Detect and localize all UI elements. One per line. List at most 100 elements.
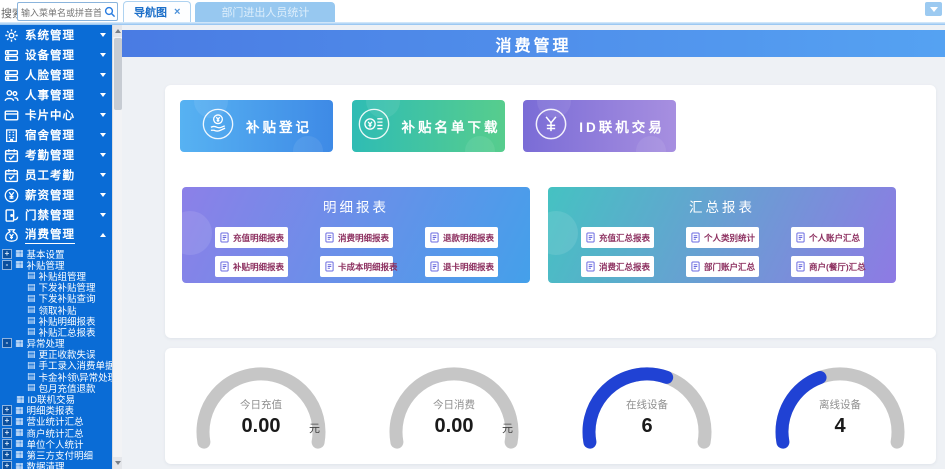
recharge-detail-report-button[interactable]: 充值明细报表: [215, 227, 288, 248]
document-icon: [27, 294, 36, 303]
tree-expand-toggle[interactable]: +: [2, 461, 12, 469]
menu-label: 薪资管理: [25, 187, 100, 203]
menu-label: 人事管理: [25, 87, 100, 103]
sidebar-item-personnel[interactable]: 人事管理: [0, 85, 112, 105]
tab-department-inout-stats[interactable]: 部门进出人员统计: [195, 2, 335, 22]
sidebar-item-dormitory[interactable]: 宿舍管理: [0, 125, 112, 145]
card-icon: [4, 108, 19, 123]
recharge-summary-report-button[interactable]: 充值汇总报表: [581, 227, 654, 248]
grid-icon: [15, 428, 24, 437]
face-icon: [4, 68, 19, 83]
card-cost-detail-report-button[interactable]: 卡成本明细报表: [320, 256, 393, 277]
sidebar-item-access-control[interactable]: 门禁管理: [0, 205, 112, 225]
yuan-circle-icon: [4, 188, 19, 203]
summary-reports-panel: 汇总报表 充值汇总报表 个人类别统计 个人账户汇总 消费汇总报表 部门账户汇总 …: [548, 187, 896, 283]
document-icon: [27, 361, 36, 370]
report-button-grid: 充值明细报表 消费明细报表 退款明细报表 补贴明细报表 卡成本明细报表 退卡明细…: [215, 227, 530, 277]
chevron-down-icon: [100, 93, 106, 97]
menu-label: 员工考勤: [25, 167, 100, 183]
sidebar-item-attendance[interactable]: 考勤管理: [0, 145, 112, 165]
sidebar-item-consumption[interactable]: 消费管理: [0, 225, 112, 245]
tree-expand-toggle[interactable]: +: [2, 405, 12, 415]
id-online-transaction-button[interactable]: ID联机交易: [523, 100, 676, 152]
tree-expand-toggle[interactable]: -: [2, 338, 12, 348]
menu-label: 宿舍管理: [25, 127, 100, 143]
grid-icon: [15, 417, 24, 426]
sidebar-item-device[interactable]: 设备管理: [0, 45, 112, 65]
report-label: 卡成本明细报表: [338, 261, 398, 273]
tree-expand-toggle[interactable]: +: [2, 439, 12, 449]
money-bag-icon: [4, 228, 19, 243]
chevron-down-icon: [100, 213, 106, 217]
report-label: 补贴明细报表: [233, 261, 284, 273]
menu-label: 消费管理: [25, 226, 75, 244]
gauge-value: 6: [641, 415, 652, 437]
action-label: 补贴名单下载: [402, 116, 501, 136]
menu-label: 人脸管理: [25, 67, 100, 83]
gauge-label: 今日消费: [433, 398, 475, 411]
calendar-check-icon: [4, 168, 19, 183]
gauge-label: 今日充值: [240, 398, 282, 411]
sidebar-item-card-center[interactable]: 卡片中心: [0, 105, 112, 125]
tree-expand-toggle[interactable]: +: [2, 416, 12, 426]
tree-expand-toggle[interactable]: +: [2, 428, 12, 438]
document-icon: [27, 372, 36, 381]
action-label: 补贴登记: [246, 116, 312, 136]
device-icon: [4, 48, 19, 63]
gauge-value: 4: [834, 415, 846, 437]
tree-expand-toggle[interactable]: -: [2, 260, 12, 270]
grid-icon: [15, 260, 24, 269]
action-label: ID联机交易: [579, 116, 665, 136]
merchant-restaurant-summary-button[interactable]: 商户(餐厅)汇总: [791, 256, 864, 277]
subsidy-list-download-button[interactable]: 补贴名单下载: [352, 100, 505, 152]
search-input[interactable]: [18, 6, 101, 21]
card-return-detail-report-button[interactable]: 退卡明细报表: [425, 256, 498, 277]
chevron-down-icon: [100, 53, 106, 57]
grid-icon: [15, 406, 24, 415]
chevron-down-icon: [100, 173, 106, 177]
chevron-down-icon: [100, 73, 106, 77]
grid-icon: [16, 395, 25, 404]
menu-label: 系统管理: [25, 27, 100, 43]
calendar-check-icon: [4, 148, 19, 163]
search-icon[interactable]: [104, 5, 116, 23]
tree-expand-toggle[interactable]: +: [2, 249, 12, 259]
sidebar-item-salary[interactable]: 薪资管理: [0, 185, 112, 205]
report-label: 充值明细报表: [233, 232, 284, 244]
personal-account-summary-button[interactable]: 个人账户汇总: [791, 227, 864, 248]
gauge-value: 0.00: [435, 415, 474, 437]
gauge-today-consumption: 今日消费 0.00 元: [364, 354, 544, 463]
sidebar-item-employee-attendance[interactable]: 员工考勤: [0, 165, 112, 185]
tree-expand-toggle[interactable]: +: [2, 450, 12, 460]
scrollbar-thumb[interactable]: [114, 38, 122, 110]
consumption-summary-report-button[interactable]: 消费汇总报表: [581, 256, 654, 277]
personal-category-stats-button[interactable]: 个人类别统计: [686, 227, 759, 248]
sidebar: 系统管理 设备管理 人脸管理 人事管理 卡片中心 宿舍管理 考勤管理 员工考勤: [0, 25, 112, 469]
tree-item-data-cleanup[interactable]: +数据清理: [0, 461, 112, 469]
detail-reports-panel: 明细报表 充值明细报表 消费明细报表 退款明细报表 补贴明细报表 卡成本明细报表…: [182, 187, 530, 283]
page-header: 消费管理: [122, 30, 945, 57]
menu-label: 设备管理: [25, 47, 100, 63]
chevron-down-icon: [100, 133, 106, 137]
menu-label: 卡片中心: [25, 107, 100, 123]
document-icon: [27, 305, 36, 314]
report-label: 商户(餐厅)汇总: [809, 261, 866, 273]
sidebar-item-face[interactable]: 人脸管理: [0, 65, 112, 85]
sidebar-item-system[interactable]: 系统管理: [0, 25, 112, 45]
tab-navigation-map[interactable]: 导航图 ×: [123, 1, 191, 22]
grid-icon: [15, 439, 24, 448]
tab-list-dropdown-button[interactable]: [925, 2, 942, 16]
consumption-detail-report-button[interactable]: 消费明细报表: [320, 227, 393, 248]
report-button-grid: 充值汇总报表 个人类别统计 个人账户汇总 消费汇总报表 部门账户汇总 商户(餐厅…: [581, 227, 896, 277]
gauge-unit: 元: [309, 423, 320, 435]
subsidy-register-button[interactable]: 补贴登记: [180, 100, 333, 152]
gauge-online-devices: 在线设备 6: [557, 354, 737, 463]
department-account-summary-button[interactable]: 部门账户汇总: [686, 256, 759, 277]
close-icon[interactable]: ×: [174, 6, 180, 18]
refund-detail-report-button[interactable]: 退款明细报表: [425, 227, 498, 248]
triangle-up-icon: [115, 29, 121, 33]
menu-label: 考勤管理: [25, 147, 100, 163]
report-label: 个人账户汇总: [809, 232, 860, 244]
document-icon: [27, 383, 36, 392]
subsidy-detail-report-button[interactable]: 补贴明细报表: [215, 256, 288, 277]
